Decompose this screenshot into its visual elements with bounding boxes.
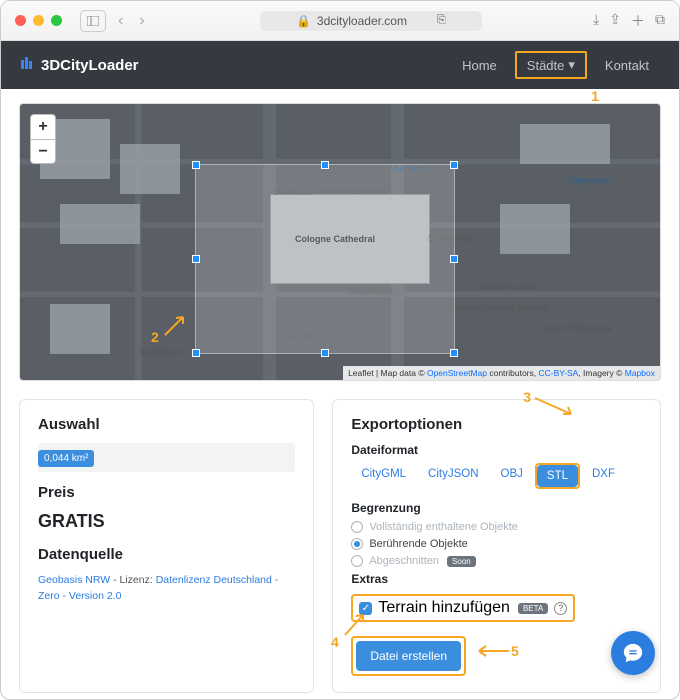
page-content: Cologne Cathedral Domschatzkammer Roncal… [1, 89, 679, 699]
source-text: Geobasis NRW - Lizenz: Datenlizenz Deuts… [38, 573, 295, 605]
map-canvas[interactable]: Cologne Cathedral Domschatzkammer Roncal… [20, 104, 660, 380]
format-obj[interactable]: OBJ [491, 463, 533, 489]
resize-handle-sw[interactable] [192, 349, 200, 357]
bound-clip-label: Abgeschnitten [369, 555, 439, 567]
chat-icon [622, 642, 644, 664]
extras-title: Extras [351, 572, 642, 586]
share-icon[interactable]: ⇪ [609, 11, 621, 31]
map-label: Wallrafplatz [140, 348, 182, 357]
map-label: Kölner Philharmonie [540, 324, 612, 333]
selection-panel: Auswahl 0,044 km² Preis GRATIS Datenquel… [19, 399, 314, 693]
download-icon[interactable]: ⤓ [593, 11, 599, 31]
map-label: Trankgasse [568, 176, 610, 185]
bounds-title: Begrenzung [351, 501, 642, 515]
price-value: GRATIS [38, 511, 295, 532]
close-window-icon[interactable] [15, 15, 26, 26]
resize-handle-s[interactable] [321, 349, 329, 357]
bound-full-label: Vollständig enthaltene Objekte [369, 521, 518, 533]
mapbox-link[interactable]: Mapbox [625, 368, 655, 378]
format-citygml[interactable]: CityGML [351, 463, 416, 489]
bound-option-clipped: Abgeschnitten Soon [351, 555, 642, 567]
area-value: 0,044 km² [38, 450, 94, 467]
nav-cities-dropdown[interactable]: Städte ▾ [515, 51, 587, 79]
minimize-window-icon[interactable] [33, 15, 44, 26]
nav-links: Home Städte ▾ Kontakt [450, 51, 661, 79]
annotation-1-arrow [561, 89, 591, 98]
export-title: Exportoptionen [351, 416, 642, 433]
bound-touch-label: Berührende Objekte [369, 538, 467, 550]
brand-text: 3DCityLoader [41, 57, 139, 74]
back-button[interactable]: ‹ [114, 12, 127, 30]
osm-link[interactable]: OpenStreetMap [427, 368, 487, 378]
source-link[interactable]: Geobasis NRW [38, 574, 110, 586]
browser-window: ‹ › 🔒 3dcityloader.com ⎘ ⤓ ⇪ ＋ ⧉ 3DCityL… [0, 0, 680, 700]
zoom-in-button[interactable]: + [31, 115, 55, 139]
price-title: Preis [38, 484, 295, 501]
resize-handle-e[interactable] [450, 255, 458, 263]
radio-icon [351, 538, 363, 550]
url-host: 3dcityloader.com [317, 14, 407, 28]
bound-option-full[interactable]: Vollständig enthaltene Objekte [351, 521, 642, 533]
url-bar[interactable]: 🔒 3dcityloader.com ⎘ [157, 11, 585, 31]
resize-handle-n[interactable] [321, 161, 329, 169]
traffic-lights [15, 15, 62, 26]
tabs-icon[interactable]: ⧉ [655, 11, 665, 31]
new-tab-icon[interactable]: ＋ [631, 11, 645, 31]
nav-contact[interactable]: Kontakt [593, 52, 661, 79]
map[interactable]: Cologne Cathedral Domschatzkammer Roncal… [19, 103, 661, 381]
bound-option-touching[interactable]: Berührende Objekte [351, 538, 642, 550]
forward-button[interactable]: › [135, 12, 148, 30]
soon-badge: Soon [447, 556, 476, 567]
brand-icon [19, 55, 35, 75]
resize-handle-w[interactable] [192, 255, 200, 263]
beta-badge: BETA [518, 603, 548, 614]
resize-handle-nw[interactable] [192, 161, 200, 169]
annotation-1: 1 [591, 89, 599, 104]
site-navbar: 3DCityLoader Home Städte ▾ Kontakt [1, 41, 679, 89]
selection-rectangle[interactable] [195, 164, 455, 354]
ccbysa-link[interactable]: CC-BY-SA [538, 368, 578, 378]
format-dxf[interactable]: DXF [582, 463, 625, 489]
brand[interactable]: 3DCityLoader [19, 55, 139, 75]
annotation-5-highlight: Datei erstellen [351, 636, 466, 676]
lock-icon: 🔒 [296, 14, 311, 28]
terrain-checkbox[interactable]: ✓ [359, 602, 372, 615]
fullscreen-window-icon[interactable] [51, 15, 62, 26]
radio-icon [351, 521, 363, 533]
format-cityjson[interactable]: CityJSON [418, 463, 488, 489]
annotation-4-highlight: ✓ Terrain hinzufügen BETA ? [351, 594, 575, 622]
chat-button[interactable] [611, 631, 655, 675]
map-label: Museum Ludwig [480, 282, 538, 291]
resize-handle-ne[interactable] [450, 161, 458, 169]
nav-cities-label: Städte [527, 58, 565, 73]
area-box: 0,044 km² [38, 443, 295, 472]
selection-title: Auswahl [38, 416, 295, 433]
resize-handle-se[interactable] [450, 349, 458, 357]
map-label: Roman-Germanic Museum [452, 304, 548, 313]
panels-row: Auswahl 0,044 km² Preis GRATIS Datenquel… [19, 399, 661, 693]
radio-icon [351, 555, 363, 567]
terrain-label: Terrain hinzufügen [378, 599, 510, 617]
zoom-control: + − [30, 114, 56, 164]
format-title: Dateiformat [351, 443, 642, 457]
nav-home[interactable]: Home [450, 52, 509, 79]
zoom-out-button[interactable]: − [31, 139, 55, 163]
map-attribution: Leaflet | Map data © OpenStreetMap contr… [343, 366, 660, 380]
chevron-down-icon: ▾ [568, 57, 575, 73]
format-stl[interactable]: STL [537, 465, 578, 487]
reader-icon[interactable]: ⎘ [437, 14, 446, 27]
sidebar-toggle-icon[interactable] [80, 10, 106, 32]
source-title: Datenquelle [38, 546, 295, 563]
format-tabs: CityGML CityJSON OBJ STL DXF [351, 463, 642, 489]
annotation-3-highlight: STL [535, 463, 580, 489]
create-file-button[interactable]: Datei erstellen [356, 641, 461, 671]
titlebar: ‹ › 🔒 3dcityloader.com ⎘ ⤓ ⇪ ＋ ⧉ [1, 1, 679, 41]
help-icon[interactable]: ? [554, 602, 567, 615]
